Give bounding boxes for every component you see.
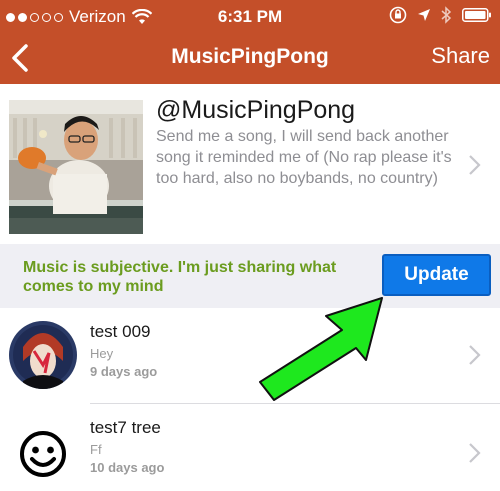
navigation-bar: MusicPingPong Share — [0, 34, 500, 84]
status-right — [389, 6, 492, 24]
conversation-row[interactable]: test 009 Hey 9 days ago — [0, 308, 500, 403]
profile-handle: @MusicPingPong — [156, 96, 356, 124]
info-banner: Music is subjective. I'm just sharing wh… — [0, 244, 500, 308]
profile-card[interactable]: @MusicPingPong Send me a song, I will se… — [0, 84, 500, 244]
avatar — [9, 321, 77, 389]
location-arrow-icon — [418, 9, 430, 21]
battery-icon — [462, 8, 491, 22]
avatar — [9, 417, 77, 485]
conversation-name: test 009 — [90, 322, 151, 341]
status-bar: Verizon 6:31 PM — [0, 0, 500, 34]
conversation-row[interactable]: test7 tree Ff 10 days ago — [0, 404, 500, 491]
orientation-lock-icon — [389, 6, 407, 24]
smiley-face-icon — [9, 417, 77, 485]
conversation-name: test7 tree — [90, 418, 161, 437]
chevron-right-icon — [469, 345, 481, 365]
conversation-preview: Hey — [90, 346, 114, 361]
profile-bio: Send me a song, I will send back another… — [156, 128, 452, 187]
bluetooth-icon — [441, 6, 452, 24]
banner-message: Music is subjective. I'm just sharing wh… — [23, 259, 337, 295]
chevron-right-icon — [469, 155, 481, 175]
conversation-preview: Ff — [90, 442, 102, 457]
chevron-right-icon — [469, 443, 481, 463]
profile-photo — [9, 100, 143, 234]
update-button[interactable]: Update — [382, 254, 491, 296]
conversation-time: 10 days ago — [90, 460, 165, 475]
share-button[interactable]: Share — [431, 43, 490, 69]
page-title: MusicPingPong — [171, 45, 329, 68]
conversation-time: 9 days ago — [90, 364, 158, 379]
